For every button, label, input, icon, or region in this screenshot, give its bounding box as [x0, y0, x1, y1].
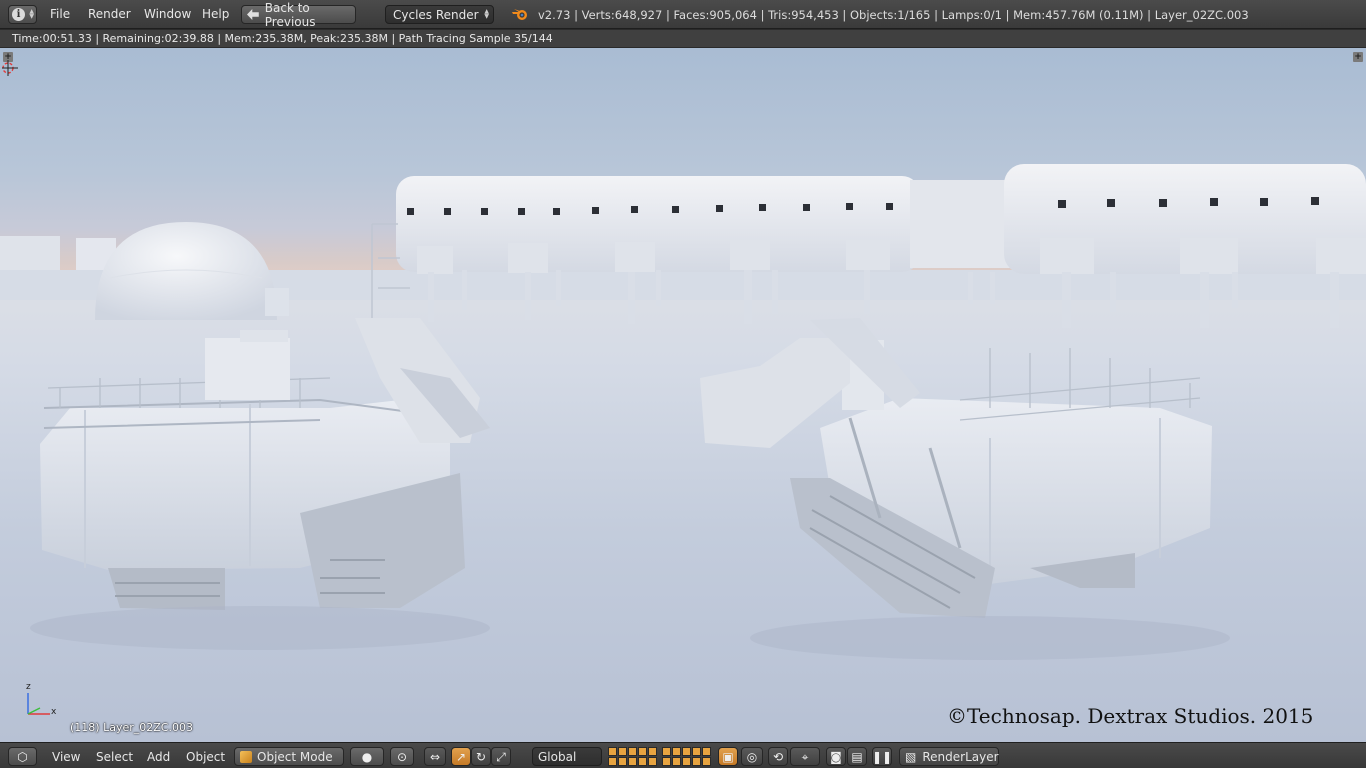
render-layer-value: RenderLayer [922, 749, 999, 764]
lock-layer-icon: ▣ [722, 749, 734, 764]
menu-add[interactable]: Add [147, 750, 170, 764]
scale-toggle[interactable]: ⤢ [491, 747, 511, 766]
shadow [30, 606, 490, 650]
3d-cursor-icon[interactable] [2, 60, 20, 78]
snap-element-icon: ⌖ [801, 749, 809, 764]
back-to-previous-label: Back to Previous [264, 0, 316, 29]
transform-orientation-value: Global [538, 749, 577, 764]
layer-buttons-group-1[interactable] [608, 747, 657, 766]
research-station [371, 164, 1366, 328]
render-progress-text: Time:00:51.33 | Remaining:02:39.88 | Mem… [12, 32, 553, 45]
chevron-updown-icon: ▲ ▼ [484, 8, 489, 20]
info-icon: i [12, 8, 25, 21]
interaction-mode-select[interactable]: Object Mode [234, 747, 344, 766]
editor-type-button[interactable]: ⬡ [8, 747, 37, 766]
distant-building [0, 236, 60, 274]
render-engine-value: Cycles Render [393, 7, 479, 22]
snap-icon: ⟲ [772, 749, 784, 764]
viewport-shading-icon: ● [361, 749, 373, 764]
back-arrow-icon [247, 9, 259, 20]
translate-icon: ↗ [455, 749, 467, 764]
render-layer-select[interactable]: ▧ RenderLayer [899, 747, 999, 766]
rotate-icon: ↻ [475, 749, 487, 764]
gizmo-x-label: x [51, 707, 57, 717]
snap-toggle[interactable]: ⟲ [768, 747, 788, 766]
3d-view-header: ⬡ View Select Add Object Object Mode ● ⊙… [0, 742, 1366, 768]
copyright-watermark: ©Technosap. Dextrax Studios. 2015 [947, 704, 1314, 728]
interaction-mode-value: Object Mode [257, 749, 333, 764]
menu-file[interactable]: File [50, 7, 70, 21]
render-status-bar: Time:00:51.33 | Remaining:02:39.88 | Mem… [0, 30, 1366, 48]
snap-element-select[interactable]: ⌖ [790, 747, 820, 766]
rotate-toggle[interactable]: ↻ [471, 747, 491, 766]
viewport-shading-button[interactable]: ● [350, 747, 384, 766]
pivot-point-button[interactable]: ⊙ [390, 747, 414, 766]
scene-statistics: v2.73 | Verts:648,927 | Faces:905,064 | … [538, 8, 1249, 22]
menu-render[interactable]: Render [88, 7, 131, 21]
translate-toggle[interactable]: ↗ [451, 747, 471, 766]
excavator-left [40, 318, 490, 610]
render-still-icon: ◙ [830, 749, 842, 764]
menu-view[interactable]: View [52, 750, 80, 764]
pause-render-button[interactable]: ❚❚ [872, 747, 892, 766]
render-still-button[interactable]: ◙ [826, 747, 846, 766]
render-viewport[interactable]: + + z x (118) Layer_02ZC.003 ©Technosap.… [0, 48, 1366, 742]
render-animation-button[interactable]: ▤ [847, 747, 867, 766]
render-animation-icon: ▤ [851, 749, 863, 764]
manipulator-icon: ⇔ [429, 749, 441, 764]
chevron-updown-icon: ▲ ▼ [29, 8, 34, 20]
blender-logo-icon [512, 9, 527, 20]
shadow [750, 616, 1230, 660]
render-engine-select[interactable]: Cycles Render ▲ ▼ [385, 5, 494, 24]
axis-gizmo-icon: z x [26, 682, 57, 717]
dome-structure [95, 222, 289, 320]
object-mode-icon [240, 750, 252, 763]
transform-orientation-select[interactable]: Global [532, 747, 602, 766]
editor-type-button[interactable]: i ▲ ▼ [8, 5, 37, 24]
info-header: i ▲ ▼ File Render Window Help Back to Pre… [0, 0, 1366, 29]
active-object-info: (118) Layer_02ZC.003 [70, 721, 193, 734]
back-to-previous-button[interactable]: Back to Previous [241, 1, 356, 29]
lock-layers-toggle[interactable]: ▣ [718, 747, 738, 766]
render-layer-icon: ▧ [905, 749, 917, 764]
proportional-edit-icon: ◎ [746, 749, 758, 764]
rendered-scene [0, 164, 1366, 660]
pause-icon: ❚❚ [871, 749, 893, 764]
pivot-icon: ⊙ [396, 749, 408, 764]
proportional-edit-button[interactable]: ◎ [741, 747, 763, 766]
menu-help[interactable]: Help [202, 7, 229, 21]
menu-select[interactable]: Select [96, 750, 133, 764]
menu-object[interactable]: Object [186, 750, 225, 764]
3d-view-icon: ⬡ [17, 749, 28, 764]
scale-icon: ⤢ [496, 749, 506, 764]
excavator-right [700, 318, 1212, 618]
layer-buttons-group-2[interactable] [662, 747, 711, 766]
gizmo-z-label: z [26, 682, 31, 692]
region-expand-icon[interactable]: + [1353, 52, 1363, 62]
manipulator-toggle[interactable]: ⇔ [424, 747, 446, 766]
menu-window[interactable]: Window [144, 7, 191, 21]
